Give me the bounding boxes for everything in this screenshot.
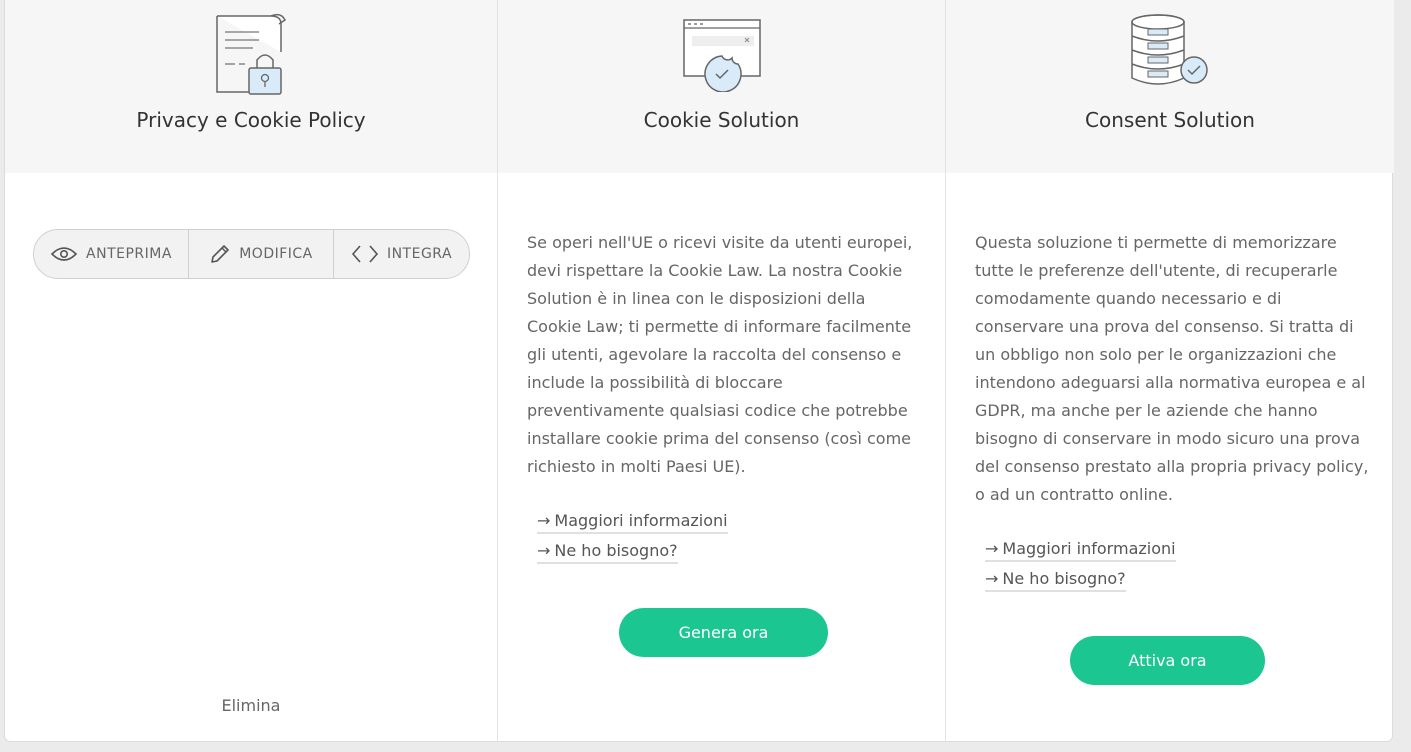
products-panel: Privacy e Cookie Policy ANTEPRIMA MODIFI… — [4, 0, 1394, 742]
more-info-link[interactable]: → Maggiori informazioni — [985, 539, 1176, 562]
code-icon — [351, 245, 379, 263]
need-it-link[interactable]: → Ne ho bisogno? — [537, 541, 678, 564]
need-it-link-label: Ne ho bisogno? — [554, 541, 678, 560]
more-info-link[interactable]: → Maggiori informazioni — [537, 511, 728, 534]
preview-button[interactable]: ANTEPRIMA — [34, 230, 188, 278]
consent-solution-description: Questa soluzione ti permette di memorizz… — [975, 233, 1369, 504]
consent-solution-links: → Maggiori informazioni → Ne ho bisogno? — [985, 539, 1176, 599]
eye-icon — [50, 247, 78, 261]
policy-actions-group: ANTEPRIMA MODIFICA INTEGRA — [33, 229, 470, 279]
document-lock-icon — [216, 13, 286, 95]
privacy-policy-column: Privacy e Cookie Policy ANTEPRIMA MODIFI… — [5, 0, 498, 742]
embed-button-label: INTEGRA — [386, 246, 453, 262]
privacy-policy-title: Privacy e Cookie Policy — [136, 108, 366, 132]
arrow-right-icon: → — [985, 539, 999, 558]
cookie-solution-links: → Maggiori informazioni → Ne ho bisogno? — [537, 511, 728, 571]
need-it-link-label: Ne ho bisogno? — [1002, 569, 1126, 588]
delete-link[interactable]: Elimina — [5, 696, 497, 715]
edit-button[interactable]: MODIFICA — [188, 230, 333, 278]
embed-button[interactable]: INTEGRA — [333, 230, 469, 278]
arrow-right-icon: → — [985, 569, 999, 588]
consent-solution-title: Consent Solution — [1085, 108, 1255, 132]
activate-now-button[interactable]: Attiva ora — [1070, 636, 1265, 685]
arrow-right-icon: → — [537, 511, 551, 530]
generate-now-button[interactable]: Genera ora — [619, 608, 828, 657]
more-info-link-label: Maggiori informazioni — [1002, 539, 1176, 558]
cookie-solution-title: Cookie Solution — [643, 108, 800, 132]
pencil-icon — [211, 245, 230, 263]
consent-solution-column: Consent Solution Questa soluzione ti per… — [946, 0, 1394, 742]
need-it-link[interactable]: → Ne ho bisogno? — [985, 569, 1126, 592]
cookie-solution-description: Se operi nell'UE o ricevi visite da uten… — [527, 233, 913, 476]
arrow-right-icon: → — [537, 541, 551, 560]
cookie-solution-column: Cookie Solution Se operi nell'UE o ricev… — [498, 0, 946, 742]
more-info-link-label: Maggiori informazioni — [554, 511, 728, 530]
preview-button-label: ANTEPRIMA — [86, 246, 172, 262]
cookie-solution-header: Cookie Solution — [498, 0, 945, 173]
database-check-icon — [1131, 14, 1208, 85]
browser-cookie-icon — [682, 19, 761, 92]
consent-solution-header: Consent Solution — [946, 0, 1394, 173]
privacy-policy-header: Privacy e Cookie Policy — [5, 0, 497, 173]
edit-button-label: MODIFICA — [239, 246, 313, 262]
